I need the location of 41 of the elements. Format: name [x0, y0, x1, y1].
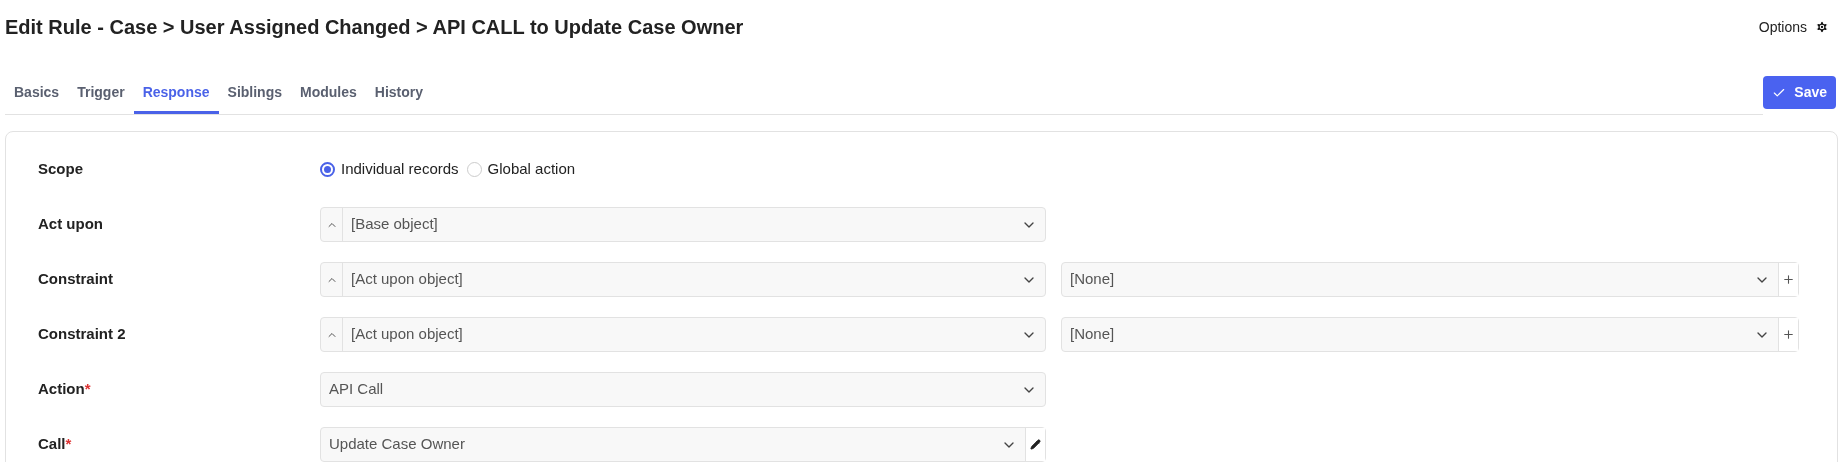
tab[interactable]: Response — [133, 82, 219, 114]
pencil-icon — [1030, 439, 1041, 450]
dropdown-field[interactable]: Update Case Owner — [320, 427, 1046, 462]
radio-button[interactable] — [320, 162, 335, 177]
add-button[interactable] — [1778, 263, 1798, 296]
dropdown-field[interactable]: [Act upon object] — [320, 262, 1046, 297]
save-button[interactable]: Save — [1763, 76, 1836, 109]
tab[interactable]: Modules — [291, 82, 366, 114]
options-label[interactable]: Options — [1758, 16, 1807, 38]
dropdown-value: API Call — [328, 379, 385, 400]
tab[interactable]: History — [365, 82, 432, 114]
plus-icon — [1782, 273, 1795, 286]
dropdown-field[interactable]: [None] — [1061, 317, 1799, 352]
add-button[interactable] — [1778, 318, 1798, 351]
dropdown-value: [Base object] — [350, 214, 439, 235]
dropdown-field[interactable]: [None] — [1061, 262, 1799, 297]
edit-button[interactable] — [1025, 428, 1045, 461]
field-label: Scope — [37, 159, 84, 180]
dropdown-value: [Act upon object] — [350, 324, 464, 345]
radio-option[interactable]: Individual records — [320, 158, 459, 181]
required-mark: * — [84, 380, 91, 398]
dropdown-value: Update Case Owner — [328, 434, 466, 455]
field-label: Act upon — [37, 214, 104, 235]
tab[interactable]: Siblings — [218, 82, 291, 114]
plus-icon — [1782, 328, 1795, 341]
dropdown-field[interactable]: [Act upon object] — [320, 317, 1046, 352]
radio-option[interactable]: Global action — [466, 158, 576, 181]
tab[interactable]: Basics — [5, 82, 69, 114]
required-mark: * — [65, 435, 72, 453]
dropdown-value: [Act upon object] — [350, 269, 464, 290]
page-title: Edit Rule - Case > User Assigned Changed > API CALL to Update Case Owner — [5, 15, 744, 40]
tab[interactable]: Trigger — [68, 82, 134, 114]
dropdown-field[interactable]: [Base object] — [320, 207, 1046, 242]
dropdown-value: [None] — [1069, 269, 1116, 290]
field-label: Action* — [37, 379, 92, 400]
field-label: Constraint — [37, 269, 114, 290]
dropdown-value: [None] — [1069, 324, 1116, 345]
settings-icon[interactable] — [1815, 20, 1829, 34]
field-label: Call* — [37, 434, 73, 455]
field-label: Constraint 2 — [37, 324, 127, 345]
dropdown-field[interactable]: API Call — [320, 372, 1046, 407]
